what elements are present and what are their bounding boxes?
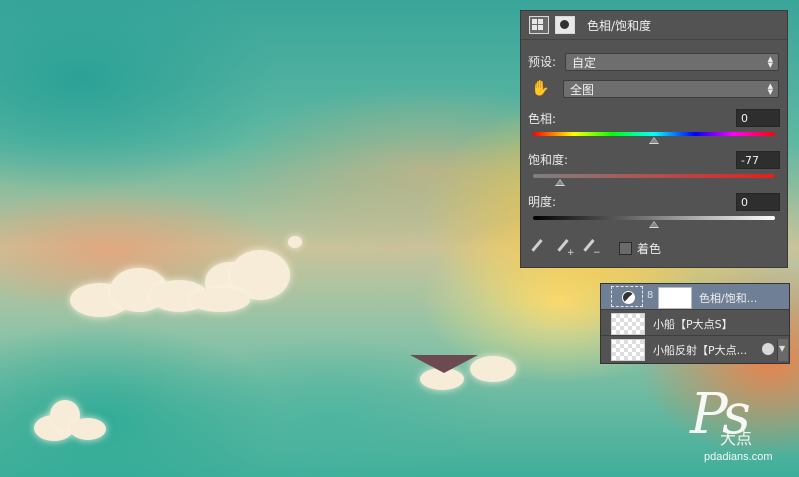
watermark-sub: 大点 — [720, 429, 753, 448]
channel-value: 全图 — [570, 83, 595, 97]
panel-title: 色相/饱和度 — [587, 18, 652, 33]
hue-slider-thumb[interactable] — [649, 137, 659, 144]
updown-arrows-icon: ▲ ▼ — [767, 82, 773, 96]
lightness-label: 明度: — [528, 195, 557, 209]
link-chain-icon[interactable]: 8 — [647, 290, 653, 301]
preset-select[interactable]: 自定 ▲ ▼ — [565, 53, 779, 71]
preset-label: 预设: — [528, 55, 557, 69]
layer-name: 小船反射【P大点... — [653, 344, 748, 357]
saturation-slider-thumb[interactable] — [555, 179, 565, 186]
lightness-slider-thumb[interactable] — [649, 221, 659, 228]
cloud — [70, 418, 106, 440]
properties-panel: 色相/饱和度 预设: 自定 ▲ ▼ ✋ 全图 ▲ ▼ 色相: 0 饱和度: -77 … — [520, 10, 788, 268]
layer-row[interactable]: 8 色相/饱和... — [601, 284, 789, 310]
lightness-input[interactable]: 0 — [736, 193, 780, 211]
saturation-label: 饱和度: — [528, 153, 569, 167]
updown-arrows-icon: ▲ ▼ — [767, 55, 773, 69]
mask-icon[interactable] — [555, 16, 575, 34]
watermark-logo: Ps 大点 pdadians.com — [690, 385, 790, 465]
layer-name: 小船【P大点S】 — [653, 318, 733, 331]
saturation-input[interactable]: -77 — [736, 151, 780, 169]
preset-value: 自定 — [572, 56, 597, 70]
layers-scrollbar[interactable]: ▼ — [777, 339, 788, 361]
hue-slider-track[interactable] — [533, 132, 775, 136]
hue-label: 色相: — [528, 112, 557, 126]
target-adjust-hand-icon[interactable]: ✋ — [531, 79, 550, 97]
layer-row[interactable]: 小船反射【P大点... — [601, 336, 789, 362]
adjustment-layer-icon[interactable] — [529, 16, 549, 34]
eyedropper-minus-icon[interactable]: − — [585, 240, 601, 258]
colorize-label: 着色 — [637, 242, 662, 256]
cloud — [288, 236, 302, 248]
layer-row[interactable]: 小船【P大点S】 — [601, 310, 789, 336]
panel-header: 色相/饱和度 — [521, 11, 787, 40]
eyedropper-icon[interactable] — [533, 240, 549, 256]
paper-boat — [410, 355, 478, 373]
watermark-site: pdadians.com — [704, 451, 773, 463]
smart-object-thumbnail — [611, 339, 645, 361]
layer-name: 色相/饱和... — [699, 292, 758, 305]
hue-input[interactable]: 0 — [736, 109, 780, 127]
lightness-slider-track[interactable] — [533, 216, 775, 220]
channel-select[interactable]: 全图 ▲ ▼ — [563, 80, 779, 98]
hue-saturation-adjustment-icon — [611, 286, 643, 307]
layer-mask-thumbnail[interactable] — [658, 287, 692, 309]
layer-thumbnail — [611, 313, 645, 335]
scroll-down-icon[interactable]: ▼ — [779, 344, 785, 353]
saturation-slider-track[interactable] — [533, 174, 775, 178]
cloud — [190, 288, 250, 312]
eyedropper-plus-icon[interactable]: + — [559, 240, 575, 258]
smart-filter-icon[interactable] — [761, 342, 775, 356]
layers-panel: 8 色相/饱和... 小船【P大点S】 小船反射【P大点... ▼ — [600, 283, 790, 364]
colorize-checkbox[interactable] — [619, 242, 632, 255]
